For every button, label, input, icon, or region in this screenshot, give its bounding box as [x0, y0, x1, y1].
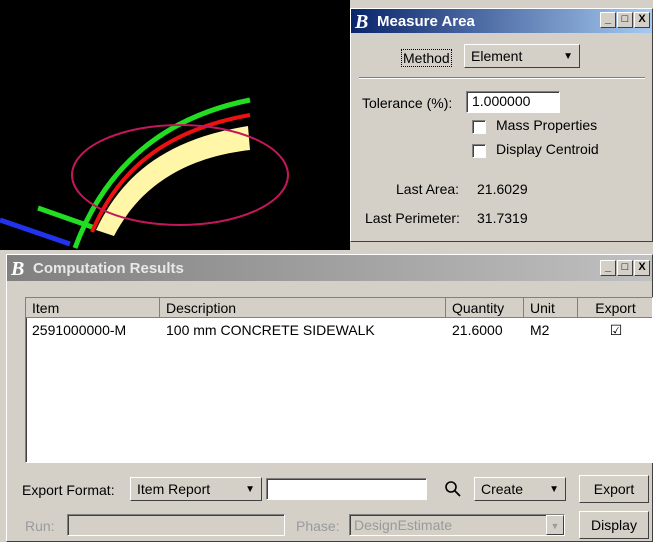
export-format-dropdown[interactable]: Item Report ▼ — [130, 477, 262, 501]
blue-line — [0, 217, 71, 247]
column-header-export[interactable]: Export — [578, 298, 652, 318]
display-button[interactable]: Display — [579, 511, 649, 539]
computation-results-titlebar[interactable]: B Computation Results _ □ X — [7, 255, 652, 281]
method-dropdown[interactable]: Element ▼ — [464, 44, 580, 68]
measure-area-titlebar[interactable]: B Measure Area _ □ X — [351, 9, 652, 33]
cell-unit: M2 — [530, 322, 550, 338]
create-value: Create — [481, 481, 524, 497]
last-perimeter-value: 31.7319 — [477, 210, 528, 226]
run-label: Run: — [25, 518, 55, 534]
method-value: Element — [471, 48, 523, 64]
method-label: Method — [401, 49, 452, 67]
window-title: Measure Area — [377, 12, 475, 30]
create-dropdown[interactable]: Create ▼ — [474, 477, 566, 501]
chevron-down-icon: ▼ — [245, 483, 255, 495]
column-header-item[interactable]: Item — [26, 298, 160, 318]
measure-area-window: B Measure Area _ □ X Method Element ▼ To… — [350, 8, 653, 242]
tolerance-label: Tolerance (%): — [362, 95, 453, 111]
mass-properties-checkbox[interactable] — [472, 120, 486, 134]
cell-item: 2591000000-M — [32, 322, 127, 338]
export-format-value: Item Report — [137, 481, 211, 497]
app-logo-icon: B — [9, 258, 31, 278]
phase-value: DesignEstimate — [354, 517, 453, 533]
separator — [359, 77, 645, 79]
drawing-canvas — [0, 97, 289, 249]
minimize-button[interactable]: _ — [600, 12, 616, 28]
svg-text:B: B — [10, 259, 24, 277]
computation-results-window: B Computation Results _ □ X Item Descrip… — [6, 254, 653, 542]
chevron-down-icon: ▼ — [546, 515, 564, 535]
svg-text:B: B — [354, 12, 368, 30]
maximize-button[interactable]: □ — [617, 12, 633, 28]
search-icon[interactable] — [444, 480, 464, 500]
mass-properties-label: Mass Properties — [496, 117, 598, 133]
app-logo-icon: B — [353, 11, 375, 31]
column-header-quantity[interactable]: Quantity — [446, 298, 524, 318]
window-title: Computation Results — [33, 259, 184, 277]
run-input[interactable] — [67, 514, 285, 536]
last-area-value: 21.6029 — [477, 181, 528, 197]
cad-viewport[interactable] — [0, 0, 350, 250]
tolerance-input[interactable]: 1.000000 — [466, 91, 560, 113]
cell-description: 100 mm CONCRETE SIDEWALK — [166, 322, 375, 338]
export-format-label: Export Format: — [22, 482, 115, 498]
column-header-description[interactable]: Description — [160, 298, 446, 318]
display-centroid-checkbox[interactable] — [472, 144, 486, 158]
close-button[interactable]: X — [634, 260, 650, 276]
maximize-button[interactable]: □ — [617, 260, 633, 276]
column-header-unit[interactable]: Unit — [524, 298, 578, 318]
minimize-button[interactable]: _ — [600, 260, 616, 276]
export-checkbox[interactable]: ☑ — [578, 320, 652, 340]
results-table[interactable]: Item Description Quantity Unit Export 25… — [25, 297, 653, 463]
close-button[interactable]: X — [634, 12, 650, 28]
last-area-label: Last Area: — [396, 181, 460, 197]
cell-quantity: 21.6000 — [452, 322, 503, 338]
phase-dropdown[interactable]: DesignEstimate ▼ — [349, 514, 565, 536]
display-centroid-label: Display Centroid — [496, 141, 599, 157]
phase-label: Phase: — [296, 518, 340, 534]
selection-ellipse — [71, 124, 289, 226]
chevron-down-icon: ▼ — [549, 483, 559, 495]
chevron-down-icon: ▼ — [563, 50, 573, 62]
filter-input[interactable] — [266, 478, 427, 500]
last-perimeter-label: Last Perimeter: — [365, 210, 460, 226]
export-button[interactable]: Export — [579, 475, 649, 503]
